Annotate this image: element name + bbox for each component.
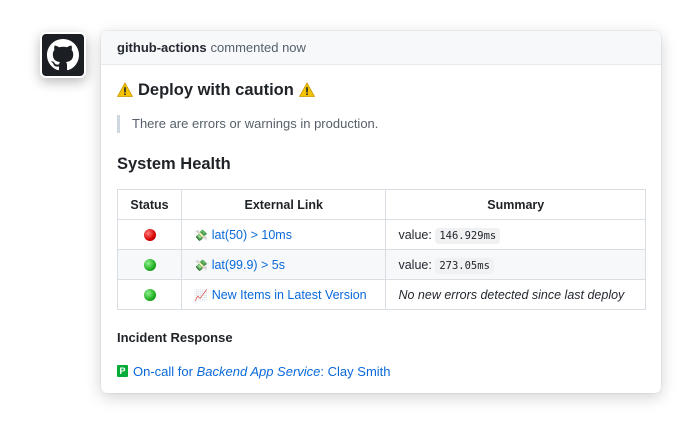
comment-author[interactable]: github-actions <box>117 40 207 55</box>
warning-icon <box>117 82 133 97</box>
comment-body: Deploy with caution There are errors or … <box>101 79 661 380</box>
comment-header: github-actions commented now <box>101 31 661 65</box>
system-health-table: Status External Link Summary 💸 lat(50) > … <box>117 189 646 310</box>
summary-value: 273.05ms <box>435 257 494 274</box>
status-green-icon <box>143 289 156 302</box>
github-logo-icon <box>42 34 84 76</box>
incident-response-heading: Incident Response <box>117 330 233 345</box>
money-icon: 💸 <box>194 259 208 272</box>
summary-cell: No new errors detected since last deploy <box>385 279 646 310</box>
money-icon: 💸 <box>194 229 208 242</box>
external-link-new-items[interactable]: 📈 New Items in Latest Version <box>194 288 367 302</box>
status-green-icon <box>143 259 156 272</box>
status-red-icon <box>143 229 156 242</box>
chart-icon: 📈 <box>194 289 208 302</box>
oncall-line: P On-call for Backend App Service: Clay … <box>117 362 645 380</box>
avatar[interactable] <box>40 32 86 78</box>
pagerduty-icon: P <box>117 365 128 377</box>
table-header-row: Status External Link Summary <box>117 189 646 220</box>
system-health-heading: System Health <box>117 155 231 173</box>
oncall-link[interactable]: On-call for Backend App Service: Clay Sm… <box>133 364 391 379</box>
table-row: 💸 lat(50) > 10ms value: 146.929ms <box>117 219 646 250</box>
external-link-lat50[interactable]: 💸 lat(50) > 10ms <box>194 228 292 242</box>
summary-value: 146.929ms <box>435 227 501 244</box>
external-link-lat99[interactable]: 💸 lat(99.9) > 5s <box>194 258 285 272</box>
table-row: 💸 lat(99.9) > 5s value: 273.05ms <box>117 249 646 280</box>
summary-cell: value: 273.05ms <box>385 249 646 280</box>
deploy-quote: There are errors or warnings in producti… <box>117 115 645 133</box>
warning-icon <box>298 82 315 97</box>
column-header-summary: Summary <box>385 189 646 220</box>
deploy-title: Deploy with caution <box>138 80 294 99</box>
summary-cell: value: 146.929ms <box>385 219 646 250</box>
column-header-status: Status <box>117 189 182 220</box>
table-row: 📈 New Items in Latest Version No new erro… <box>117 279 646 310</box>
comment-timestamp: commented now <box>210 40 306 55</box>
column-header-external-link: External Link <box>180 189 387 220</box>
deploy-heading: Deploy with caution <box>117 79 645 101</box>
comment-card: github-actions commented now Deploy with… <box>101 31 661 393</box>
